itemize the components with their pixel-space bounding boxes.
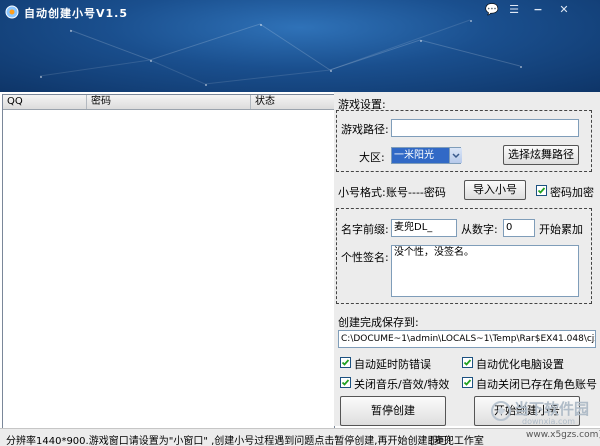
from-number-label: 从数字: (461, 223, 498, 236)
password-encrypt-checkbox[interactable] (536, 185, 547, 196)
watermark-logo-icon (491, 401, 511, 421)
option-close-existing-checkbox[interactable] (462, 377, 473, 388)
status-message: 分辨率1440*900.游戏窗口请设置为"小窗口" ,创建小号过程遇到问题点击暂… (6, 436, 452, 446)
pause-create-button[interactable]: 暂停创建 (340, 396, 446, 426)
watermark-site-url: www.x5gzs.com] (526, 430, 600, 440)
import-accounts-button[interactable]: 导入小号 (464, 180, 526, 200)
option-mute-effects-checkbox[interactable] (340, 377, 351, 388)
choose-path-button[interactable]: 选择炫舞路径 (503, 145, 579, 165)
option-close-existing-label: 自动关闭已存在角色账号 (476, 378, 597, 391)
save-path-label: 创建完成保存到: (338, 316, 419, 329)
column-header-password[interactable]: 密码 (87, 95, 251, 109)
studio-brand: [麦兜工作室 (430, 436, 484, 446)
game-path-label: 游戏路径: (341, 123, 389, 136)
name-prefix-label: 名字前缀: (341, 223, 389, 236)
watermark-domain: downxia.com (522, 417, 576, 426)
naming-group: 名字前缀: 麦兜DL_ 从数字: 0 开始累加 个性签名: 没个性，没签名。 (336, 208, 592, 304)
app-window: 自动创建小号V1.5 💬 ☰ − ✕ QQ 密码 状态 游戏设置: 游戏路径: … (0, 0, 600, 446)
settings-panel: 游戏设置: 游戏路径: 大区: 一米阳光 选择炫舞路径 小号格式: 账号----… (334, 92, 600, 426)
option-auto-delay-checkbox[interactable] (340, 357, 351, 368)
name-prefix-input[interactable]: 麦兜DL_ (391, 219, 457, 237)
option-optimize-pc-label: 自动优化电脑设置 (476, 358, 564, 371)
option-auto-delay-label: 自动延时防错误 (354, 358, 431, 371)
signature-label: 个性签名: (341, 251, 389, 264)
option-mute-effects-label: 关闭音乐/音效/特效 (354, 378, 450, 391)
accumulate-label: 开始累加 (539, 223, 583, 236)
minimize-button[interactable]: − (530, 3, 546, 17)
account-table[interactable]: QQ 密码 状态 (2, 94, 335, 430)
region-label: 大区: (359, 151, 385, 164)
save-path-input[interactable]: C:\DOCUME~1\admin\LOCALS~1\Temp\Rar$EX41… (338, 330, 596, 348)
watermark-title: 当下软件园 (514, 400, 590, 418)
option-optimize-pc-checkbox[interactable] (462, 357, 473, 368)
account-format-label: 小号格式: (338, 186, 386, 199)
table-header: QQ 密码 状态 (3, 95, 334, 110)
title-bar[interactable]: 自动创建小号V1.5 💬 ☰ − ✕ (0, 0, 600, 92)
from-number-input[interactable]: 0 (503, 219, 535, 237)
column-header-qq[interactable]: QQ (3, 95, 87, 109)
signature-textarea[interactable]: 没个性，没签名。 (391, 245, 579, 297)
game-path-input[interactable] (391, 119, 579, 137)
account-format-value: 账号----密码 (386, 186, 446, 199)
close-button[interactable]: ✕ (556, 3, 572, 17)
menu-icon[interactable]: ☰ (506, 3, 522, 17)
region-dropdown-chevron-icon[interactable] (449, 148, 462, 163)
window-title: 自动创建小号V1.5 (24, 7, 128, 20)
app-logo-icon (5, 5, 19, 19)
site-watermark: 当下软件园 downxia.com www.x5gzs.com] (488, 392, 600, 444)
column-header-status[interactable]: 状态 (251, 95, 334, 109)
chat-icon[interactable]: 💬 (484, 3, 500, 17)
password-encrypt-label: 密码加密 (550, 186, 594, 199)
game-settings-group: 游戏路径: 大区: 一米阳光 选择炫舞路径 (336, 110, 592, 172)
